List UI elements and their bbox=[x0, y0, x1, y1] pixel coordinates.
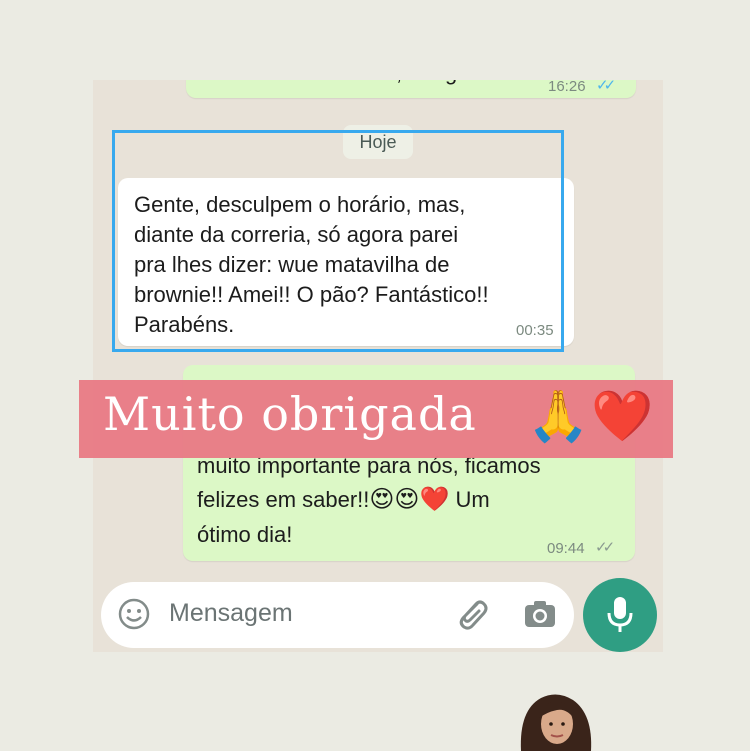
highlight-box bbox=[112, 130, 564, 352]
praying-hands-icon: 🙏 bbox=[527, 388, 590, 444]
reply-line-3: ótimo dia! bbox=[197, 522, 293, 547]
reply-line-2-text: felizes em saber!! bbox=[197, 487, 370, 512]
message-input-placeholder[interactable]: Mensagem bbox=[169, 599, 293, 628]
message-input-bar[interactable]: Mensagem bbox=[101, 582, 574, 648]
caption-banner: Muito obrigada 🙏 ❤️ bbox=[79, 380, 673, 458]
voice-message-button[interactable] bbox=[583, 578, 657, 652]
red-heart-icon: ❤️ bbox=[591, 388, 654, 444]
attach-icon[interactable] bbox=[451, 596, 491, 634]
reply-message-time: 09:44 bbox=[547, 540, 585, 557]
avatar bbox=[513, 690, 599, 751]
prev-message-text: Recebido Terezinha, obrigada bbox=[202, 80, 494, 88]
reply-line-2: felizes em saber!!😍😍❤️ Um bbox=[197, 485, 490, 515]
double-check-icon: ✓✓ bbox=[595, 539, 615, 556]
double-check-icon: ✓✓ bbox=[596, 80, 616, 94]
heart-eyes-emoji: 😍😍❤️ bbox=[369, 486, 450, 513]
prev-message-bubble[interactable]: Recebido Terezinha, obrigada 16:26 ✓✓ bbox=[186, 80, 636, 98]
reply-line-2-after: Um bbox=[449, 487, 490, 512]
emoji-icon[interactable] bbox=[117, 597, 151, 631]
prev-message-time: 16:26 bbox=[548, 80, 586, 95]
caption-text: Muito obrigada bbox=[103, 387, 477, 441]
camera-icon[interactable] bbox=[522, 597, 558, 631]
mic-icon bbox=[606, 595, 634, 635]
